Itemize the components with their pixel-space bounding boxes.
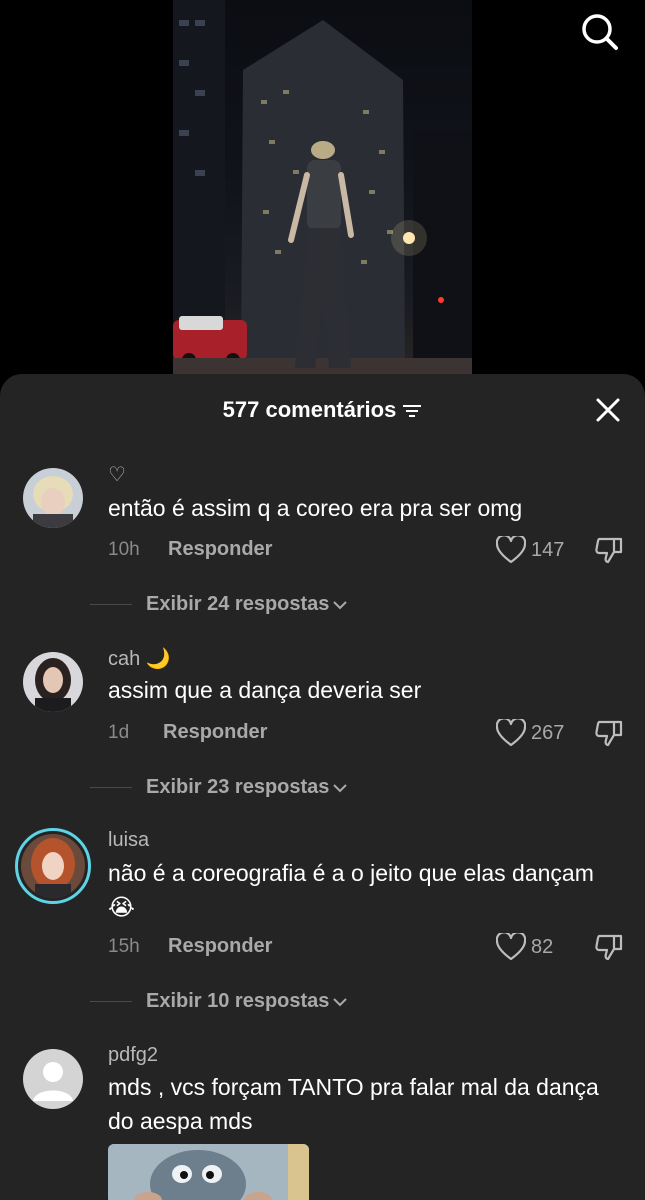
view-replies-button[interactable]: Exibir 23 respostas xyxy=(146,776,348,799)
reply-button[interactable]: Responder xyxy=(168,935,272,958)
close-button[interactable] xyxy=(594,396,622,424)
chevron-down-icon xyxy=(333,601,348,610)
dislike-icon[interactable] xyxy=(594,932,624,962)
search-button[interactable] xyxy=(578,10,622,54)
like-count: 267 xyxy=(531,722,565,744)
comment-time: 15h xyxy=(108,936,140,957)
close-icon xyxy=(596,398,620,422)
comment-text: não é a coreografia é a o jeito que elas… xyxy=(108,860,594,920)
heart-icon[interactable] xyxy=(496,719,526,747)
comment-text: assim que a dança deveria ser xyxy=(108,677,422,703)
replies-divider xyxy=(90,787,132,788)
view-replies-button[interactable]: Exibir 10 respostas xyxy=(146,990,348,1013)
comment-text: mds , vcs forçam TANTO pra falar mal da … xyxy=(108,1074,599,1134)
avatar-image xyxy=(21,834,85,901)
like-count: 82 xyxy=(531,936,554,958)
comment-text: então é assim q a coreo era pra ser omg xyxy=(108,495,523,521)
comment-username[interactable]: cah 🌙 xyxy=(108,646,171,671)
search-icon xyxy=(582,14,618,50)
comment-image-attachment[interactable] xyxy=(108,1144,309,1200)
default-avatar-icon xyxy=(23,1049,83,1109)
view-replies-label: Exibir 24 respostas xyxy=(146,593,330,615)
view-replies-label: Exibir 23 respostas xyxy=(146,776,330,798)
dislike-icon[interactable] xyxy=(594,535,624,565)
comments-count-label: 577 comentários xyxy=(222,397,397,422)
view-replies-button[interactable]: Exibir 24 respostas xyxy=(146,593,348,616)
video-frame[interactable] xyxy=(173,0,472,380)
heart-icon[interactable] xyxy=(496,933,526,961)
avatar-story-ring[interactable] xyxy=(15,828,91,904)
comments-title: 577 comentários xyxy=(0,397,645,423)
avatar-image xyxy=(23,468,83,528)
video-still xyxy=(173,0,472,380)
attachment-image xyxy=(108,1144,309,1200)
avatar[interactable] xyxy=(23,468,83,528)
avatar-image xyxy=(23,652,83,712)
like-count: 147 xyxy=(531,539,565,561)
comments-header: 577 comentários xyxy=(0,374,645,446)
chevron-down-icon xyxy=(333,998,348,1007)
comment-username[interactable]: luisa xyxy=(108,829,149,852)
filter-icon[interactable] xyxy=(402,404,422,418)
video-player[interactable] xyxy=(0,0,645,380)
comment-time: 1d xyxy=(108,722,130,743)
replies-divider xyxy=(90,1001,132,1002)
comment-username[interactable]: ♡ xyxy=(108,462,126,487)
avatar[interactable] xyxy=(23,652,83,712)
avatar[interactable] xyxy=(23,1049,83,1109)
comment-time: 10h xyxy=(108,539,140,560)
comment-username[interactable]: pdfg2 xyxy=(108,1044,158,1067)
reply-button[interactable]: Responder xyxy=(168,538,272,561)
replies-divider xyxy=(90,604,132,605)
heart-icon[interactable] xyxy=(496,536,526,564)
reply-button[interactable]: Responder xyxy=(163,721,267,744)
chevron-down-icon xyxy=(333,784,348,793)
view-replies-label: Exibir 10 respostas xyxy=(146,990,330,1012)
dislike-icon[interactable] xyxy=(594,718,624,748)
